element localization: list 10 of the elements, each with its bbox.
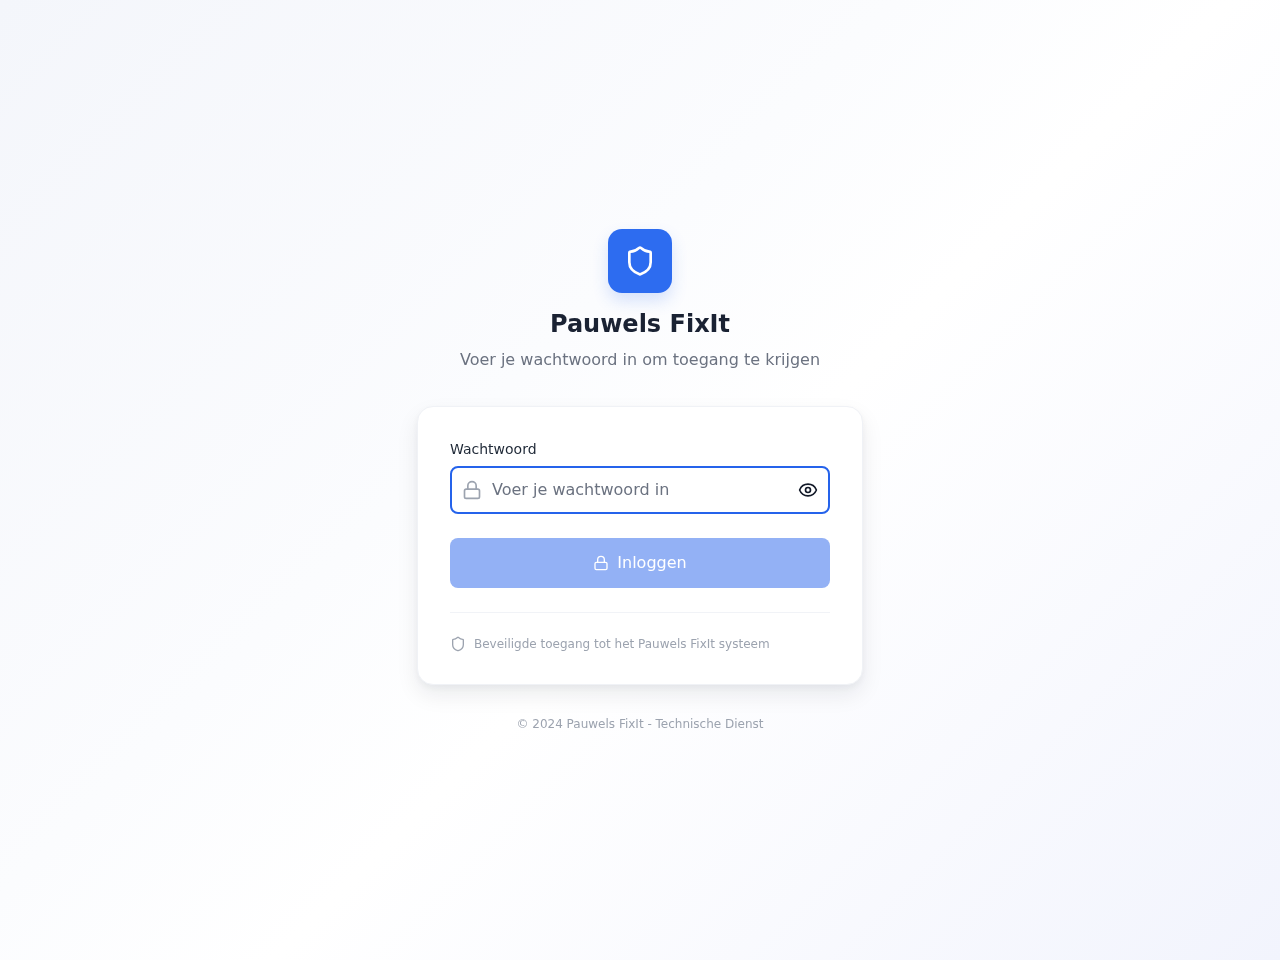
app-title: Pauwels FixIt	[549, 308, 730, 340]
password-label: Wachtwoord	[450, 439, 537, 459]
copyright-text: © 2024 Pauwels FixIt - Technische Dienst	[516, 715, 764, 732]
password-field[interactable]: Voer je wachtwoord in	[450, 465, 830, 514]
security-note: Beveiligde toegang tot het Pauwels FixIt systeem	[474, 635, 770, 652]
shield-logo-icon	[608, 228, 672, 293]
lock-icon	[462, 479, 482, 500]
shield-icon	[450, 635, 466, 652]
subtitle: Voer je wachtwoord in om toegang te krijgen	[459, 348, 821, 371]
lock-icon	[593, 554, 610, 571]
